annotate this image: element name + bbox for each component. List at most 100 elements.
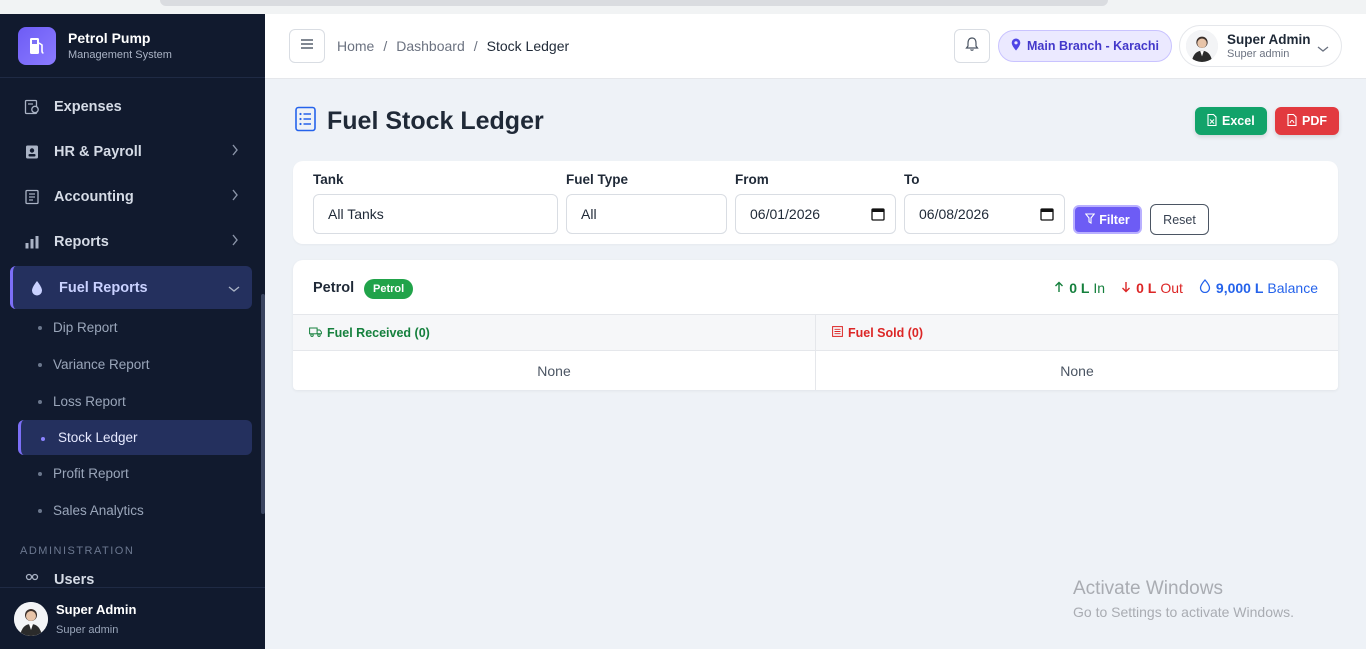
- sidebar-item-label: Users: [54, 572, 95, 588]
- calendar-icon[interactable]: [871, 207, 885, 224]
- topbar-user-name: Super Admin: [1227, 32, 1311, 47]
- stat-out-value: 0 L: [1136, 279, 1157, 296]
- sidebar-subitem-profit-report[interactable]: Profit Report: [0, 455, 265, 492]
- tank-label: Tank: [313, 172, 344, 187]
- sidebar-item-expenses[interactable]: Expenses: [0, 84, 265, 129]
- sidebar-item-reports[interactable]: Reports: [0, 219, 265, 264]
- fuel-type-filter: Fuel Type All: [566, 172, 727, 234]
- bell-icon: [965, 36, 979, 57]
- sidebar: Petrol Pump Management System Expenses H…: [0, 14, 265, 649]
- sidebar-item-fuel-reports[interactable]: Fuel Reports: [10, 266, 252, 309]
- sidebar-nav: Expenses HR & Payroll Accounting Reports…: [0, 78, 265, 595]
- sidebar-subitem-stock-ledger[interactable]: Stock Ledger: [18, 420, 252, 455]
- sidebar-item-label: Fuel Reports: [59, 279, 148, 296]
- page-title: Fuel Stock Ledger: [327, 107, 544, 135]
- page-header: Fuel Stock Ledger: [293, 106, 544, 137]
- tank-select[interactable]: All Tanks: [313, 194, 558, 234]
- droplet-icon: [1199, 279, 1216, 296]
- fuel-sold-column: Fuel Sold (0) None: [815, 315, 1338, 390]
- filter-button[interactable]: Filter: [1073, 205, 1142, 234]
- ledger-card: Petrol Petrol 0 L In 0 L Out 9,000 L Bal…: [293, 260, 1338, 390]
- notifications-button[interactable]: [954, 29, 990, 63]
- topbar-user-role: Super admin: [1227, 48, 1290, 60]
- windows-activation-watermark: Activate Windows Go to Settings to activ…: [1073, 578, 1294, 620]
- fuel-type-label: Fuel Type: [566, 172, 629, 187]
- sidebar-item-label: HR & Payroll: [54, 143, 142, 160]
- sidebar-subitem-loss-report[interactable]: Loss Report: [0, 383, 265, 420]
- receipt-icon: [24, 99, 40, 115]
- browser-scrollbar[interactable]: [160, 0, 1108, 6]
- file-pdf-icon: [1287, 113, 1302, 129]
- export-excel-button[interactable]: Excel: [1195, 107, 1267, 135]
- list-document-icon: [293, 106, 317, 137]
- main-content: Fuel Stock Ledger Excel PDF Tank All Tan…: [265, 79, 1366, 649]
- chevron-right-icon: [231, 144, 239, 160]
- sidebar-user-name: Super Admin: [56, 601, 137, 617]
- arrow-up-icon: [1054, 280, 1069, 296]
- arrow-down-icon: [1121, 280, 1136, 296]
- user-menu[interactable]: Super Admin Super admin: [1179, 25, 1342, 67]
- fuel-sold-title: Fuel Sold (0): [848, 325, 923, 340]
- fuel-sold-header: Fuel Sold (0): [816, 315, 1338, 351]
- from-label: From: [735, 172, 769, 187]
- sidebar-subitem-dip-report[interactable]: Dip Report: [0, 309, 265, 346]
- calendar-icon[interactable]: [1040, 207, 1054, 224]
- fuel-type-value: All: [581, 206, 597, 222]
- brand[interactable]: Petrol Pump Management System: [0, 14, 265, 78]
- stat-in-value: 0 L: [1069, 279, 1090, 296]
- chevron-right-icon: [231, 189, 239, 205]
- truck-icon: [309, 326, 327, 340]
- breadcrumb-dashboard[interactable]: Dashboard: [396, 38, 465, 54]
- export-pdf-label: PDF: [1302, 114, 1327, 128]
- fuel-received-title: Fuel Received (0): [327, 325, 430, 340]
- id-badge-icon: [24, 144, 40, 160]
- export-pdf-button[interactable]: PDF: [1275, 107, 1339, 135]
- to-label: To: [904, 172, 920, 187]
- branch-selector[interactable]: Main Branch - Karachi: [998, 30, 1172, 62]
- fuel-received-header: Fuel Received (0): [293, 315, 815, 351]
- sidebar-item-accounting[interactable]: Accounting: [0, 174, 265, 219]
- reset-button[interactable]: Reset: [1150, 204, 1209, 235]
- chevron-down-icon: [228, 281, 240, 297]
- sidebar-subitem-sales-analytics[interactable]: Sales Analytics: [0, 492, 265, 529]
- menu-toggle-button[interactable]: [289, 29, 325, 63]
- branch-name: Main Branch - Karachi: [1027, 39, 1159, 53]
- breadcrumb-home[interactable]: Home: [337, 38, 374, 54]
- brand-subtitle: Management System: [68, 49, 172, 61]
- breadcrumb: Home / Dashboard / Stock Ledger: [337, 38, 569, 54]
- sidebar-item-hr-payroll[interactable]: HR & Payroll: [0, 129, 265, 174]
- stat-in: 0 L In: [1054, 280, 1105, 296]
- sidebar-subitem-variance-report[interactable]: Variance Report: [0, 346, 265, 383]
- from-date-input[interactable]: 06/01/2026: [735, 194, 896, 234]
- fuel-received-column: Fuel Received (0) None: [293, 315, 815, 390]
- funnel-icon: [1084, 212, 1099, 227]
- ledger-stats: 0 L In 0 L Out 9,000 L Balance: [1038, 279, 1318, 296]
- stat-out-label: Out: [1160, 279, 1183, 296]
- sidebar-item-label: Expenses: [54, 98, 122, 115]
- fuel-pump-logo-icon: [18, 26, 56, 65]
- fuel-type-select[interactable]: All: [566, 194, 727, 234]
- sidebar-user-card[interactable]: Super Admin Super admin: [0, 587, 265, 649]
- stat-balance-value: 9,000 L: [1215, 279, 1264, 296]
- receipt-icon: [832, 325, 848, 340]
- fuel-sold-empty: None: [1060, 362, 1094, 379]
- chevron-down-icon: [1317, 40, 1329, 58]
- breadcrumb-current: Stock Ledger: [486, 38, 570, 54]
- ledger-header: Petrol Petrol 0 L In 0 L Out 9,000 L Bal…: [293, 260, 1338, 315]
- sidebar-user-role: Super admin: [56, 623, 119, 636]
- fuel-type-badge: Petrol: [364, 279, 414, 299]
- stat-in-label: In: [1093, 279, 1106, 296]
- to-date-value: 06/08/2026: [919, 206, 990, 222]
- stat-balance-label: Balance: [1267, 279, 1318, 296]
- topbar: Home / Dashboard / Stock Ledger Main Bra…: [265, 14, 1366, 79]
- breadcrumb-separator: /: [383, 38, 388, 54]
- map-pin-icon: [1011, 38, 1027, 54]
- breadcrumb-separator: /: [473, 38, 478, 54]
- avatar: [14, 601, 48, 636]
- to-date-input[interactable]: 06/08/2026: [904, 194, 1065, 234]
- file-excel-icon: [1207, 113, 1222, 129]
- tank-filter: Tank All Tanks: [313, 172, 558, 234]
- tank-name: Petrol: [313, 280, 355, 296]
- section-label-administration: ADMINISTRATION: [20, 545, 135, 557]
- filter-button-label: Filter: [1099, 212, 1130, 227]
